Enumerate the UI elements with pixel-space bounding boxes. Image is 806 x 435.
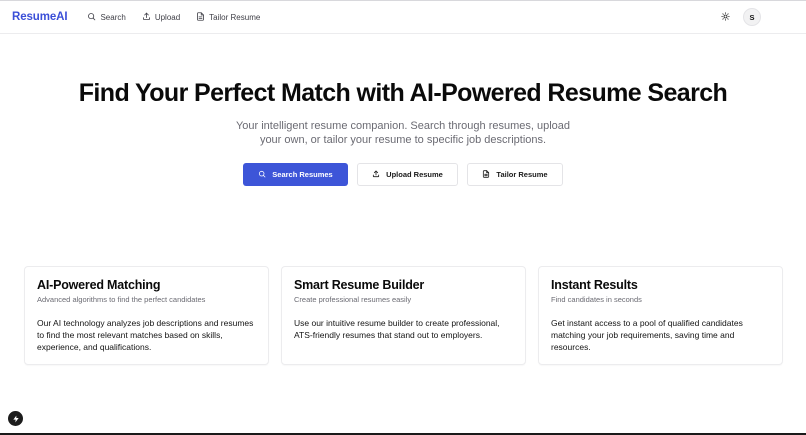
feature-cards: AI-Powered Matching Advanced algorithms … [24,266,783,365]
nav-search-label: Search [100,12,126,22]
upload-icon [142,12,151,23]
tailor-resume-label: Tailor Resume [496,170,548,179]
card-description: Create professional resumes easily [294,295,412,304]
header-actions: S [718,8,794,26]
sun-icon [720,8,730,26]
feature-card-resume-builder: Smart Resume Builder Create professional… [281,266,526,365]
feature-card-ai-matching: AI-Powered Matching Advanced algorithms … [24,266,269,365]
upload-icon [372,170,380,180]
nav-tailor-resume[interactable]: Tailor Resume [196,11,261,23]
hero-title: Find Your Perfect Match with AI-Powered … [78,79,728,107]
file-text-icon [482,169,490,180]
nav-search[interactable]: Search [87,12,126,23]
top-navbar: ResumeAI Search Upload Tailor Resume S [0,1,806,34]
nav-upload[interactable]: Upload [142,12,180,23]
card-body: Get instant access to a pool of qualifie… [551,318,743,352]
hero-actions: Search Resumes Upload Resume Tailor Resu… [0,163,806,186]
lightning-icon [12,410,20,428]
card-title: Instant Results [551,278,638,292]
card-title: Smart Resume Builder [294,278,425,292]
app-frame: ResumeAI Search Upload Tailor Resume S F… [0,0,806,435]
dev-tools-button[interactable] [8,411,23,426]
hero-subtitle: Your intelligent resume companion. Searc… [235,120,571,146]
search-resumes-button[interactable]: Search Resumes [243,163,348,186]
card-body: Use our intuitive resume builder to crea… [294,318,500,340]
main-nav: Search Upload Tailor Resume [87,11,276,23]
nav-upload-label: Upload [154,12,181,22]
tailor-resume-button[interactable]: Tailor Resume [467,163,563,186]
user-avatar[interactable]: S [743,8,761,26]
search-icon [258,170,266,180]
search-icon [87,12,96,23]
upload-resume-button[interactable]: Upload Resume [357,163,458,186]
nav-tailor-resume-label: Tailor Resume [209,12,261,22]
card-description: Find candidates in seconds [551,295,642,304]
feature-card-instant-results: Instant Results Find candidates in secon… [538,266,783,365]
card-body: Our AI technology analyzes job descripti… [37,318,254,352]
brand-logo[interactable]: ResumeAI [12,11,68,23]
upload-resume-label: Upload Resume [386,170,443,179]
theme-toggle-button[interactable] [718,10,732,24]
file-text-icon [196,11,205,23]
card-description: Advanced algorithms to find the perfect … [37,295,206,304]
search-resumes-label: Search Resumes [272,170,333,179]
card-title: AI-Powered Matching [37,278,161,292]
